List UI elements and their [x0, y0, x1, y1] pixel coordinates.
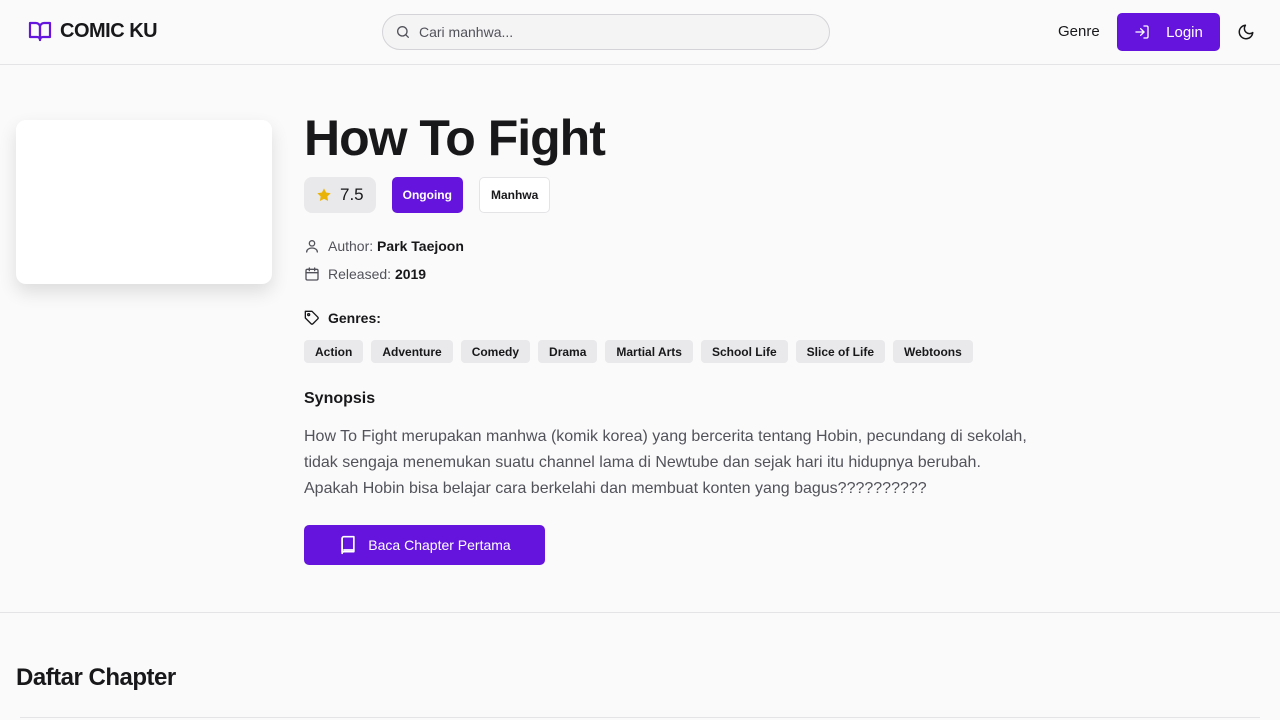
search-icon [397, 26, 409, 38]
genre-chip[interactable]: Webtoons [893, 340, 973, 363]
brand-name: COMIC KU [60, 19, 158, 42]
moon-icon[interactable] [1237, 23, 1255, 41]
status-badge: Ongoing [391, 177, 463, 213]
genre-chip[interactable]: Drama [538, 340, 598, 363]
brand-logo[interactable]: COMIC KU [28, 19, 158, 43]
open-book-icon [28, 21, 52, 42]
genre-chip[interactable]: Adventure [371, 340, 453, 363]
genre-chip[interactable]: Slice of Life [795, 340, 885, 363]
search-bar[interactable] [382, 14, 830, 50]
login-label: Login [1166, 23, 1203, 41]
book-icon [341, 535, 355, 555]
login-button[interactable]: Login [1117, 13, 1220, 51]
chapter-list-border [20, 717, 1260, 718]
rating-badge: 7.5 [304, 177, 376, 213]
search-input[interactable] [419, 24, 799, 40]
genre-list: Action Adventure Comedy Drama Martial Ar… [304, 340, 973, 363]
rating-value: 7.5 [340, 185, 364, 204]
genre-chip[interactable]: Action [304, 340, 364, 363]
author-label: Author: [328, 238, 374, 254]
chapter-list-heading: Daftar Chapter [16, 664, 176, 691]
genres-label: Genres: [328, 310, 381, 326]
calendar-icon [305, 267, 319, 281]
badge-row: 7.5 Ongoing Manhwa [304, 177, 551, 213]
nav-genre-link[interactable]: Genre [1058, 23, 1100, 40]
genres-heading: Genres: [304, 310, 381, 326]
author-row: Author: Park Taejoon [304, 238, 464, 254]
comic-title: How To Fight [304, 110, 606, 166]
site-header: COMIC KU Genre Login [0, 0, 1280, 65]
synopsis-heading: Synopsis [304, 390, 376, 407]
released-row: Released: 2019 [304, 266, 426, 282]
login-icon [1135, 25, 1149, 39]
read-button-label: Baca Chapter Pertama [368, 537, 511, 553]
genre-chip[interactable]: School Life [700, 340, 788, 363]
author-value: Park Taejoon [377, 238, 464, 254]
type-badge: Manhwa [478, 177, 551, 213]
released-label: Released: [328, 266, 392, 282]
genre-chip[interactable]: Comedy [460, 340, 531, 363]
tag-icon [304, 310, 319, 325]
star-icon [317, 188, 331, 201]
user-icon [306, 240, 318, 253]
released-value: 2019 [394, 266, 427, 282]
section-divider [0, 612, 1280, 613]
genre-chip[interactable]: Martial Arts [605, 340, 693, 363]
synopsis-text: How To Fight merupakan manhwa (komik kor… [304, 428, 1027, 497]
read-first-chapter-button[interactable]: Baca Chapter Pertama [304, 525, 545, 565]
comic-cover [16, 120, 272, 284]
